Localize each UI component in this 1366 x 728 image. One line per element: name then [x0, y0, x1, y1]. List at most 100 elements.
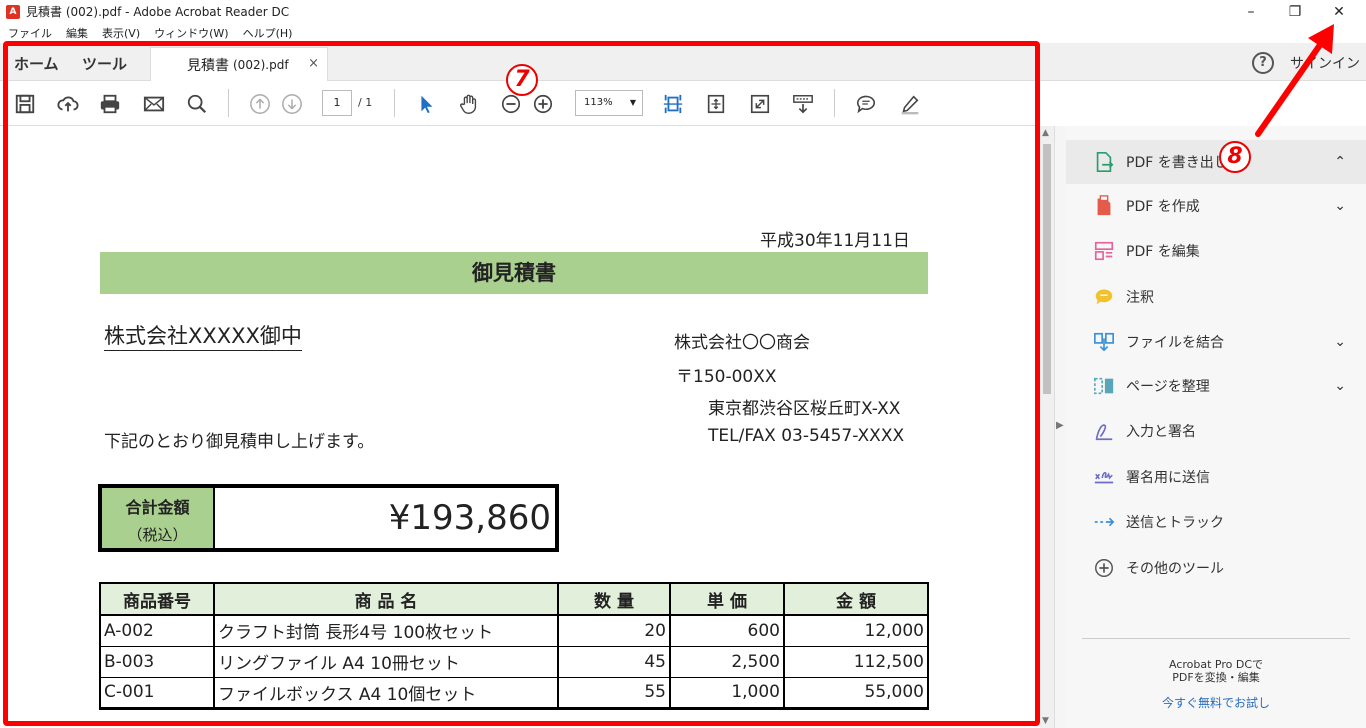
sidebar-item-label: PDF を書き出し: [1126, 155, 1228, 171]
panel-collapse-handle[interactable]: ▶: [1054, 126, 1066, 728]
toolbar-separator: [834, 89, 835, 117]
free-trial-link[interactable]: 今すぐ無料でお試し: [1066, 694, 1366, 711]
sidebar-item-label: 入力と署名: [1126, 424, 1196, 440]
chevron-down-icon: ⌄: [1334, 198, 1346, 214]
doc-tab-suffix: (002).pdf: [233, 57, 289, 72]
sidebar-item-label: PDF を作成: [1126, 199, 1200, 215]
scroll-up-icon[interactable]: ▲: [1042, 128, 1049, 138]
combine-files-icon: [1092, 330, 1116, 354]
menu-view[interactable]: 表示(V): [102, 25, 140, 41]
scroll-down-icon[interactable]: ▼: [1042, 716, 1049, 726]
search-icon[interactable]: [184, 91, 210, 117]
sidebar-item-label: PDF を編集: [1126, 244, 1200, 260]
doc-title: 御見積書: [100, 252, 928, 294]
more-tools-icon: [1092, 556, 1116, 580]
sidebar-item-create-pdf[interactable]: PDF を作成 ⌄: [1066, 184, 1366, 228]
select-cursor-icon[interactable]: [413, 91, 439, 117]
table-cell: 55,000: [783, 676, 929, 710]
next-page-icon[interactable]: [279, 91, 305, 117]
zoom-in-icon[interactable]: [530, 91, 556, 117]
menu-window[interactable]: ウィンドウ(W): [154, 25, 228, 41]
table-cell: 2,500: [669, 645, 785, 678]
table-header: 単 価: [669, 582, 785, 616]
highlight-pen-icon[interactable]: [897, 91, 923, 117]
create-pdf-icon: [1092, 194, 1116, 218]
total-sub-label: （税込）: [127, 526, 188, 544]
cloud-upload-icon[interactable]: [55, 91, 81, 117]
vertical-scrollbar[interactable]: ▲ ▼: [1040, 126, 1054, 728]
total-value: ¥193,860: [388, 498, 551, 538]
chevron-right-icon: ▶: [1056, 420, 1064, 431]
sidebar-item-label: その他のツール: [1126, 561, 1224, 577]
sidebar-item-label: 送信とトラック: [1126, 515, 1224, 531]
sidebar-item-fill-sign[interactable]: 入力と署名: [1066, 409, 1366, 453]
zoom-select[interactable]: 113% ▼: [575, 90, 643, 116]
minimize-button[interactable]: –: [1228, 0, 1274, 23]
send-track-icon: [1092, 510, 1116, 534]
toolbar-separator: [228, 89, 229, 117]
doc-address: 東京都渋谷区桜丘町X-XX: [708, 399, 901, 419]
window-titlebar: A 見積書 (002).pdf - Adobe Acrobat Reader D…: [0, 0, 1366, 23]
help-icon[interactable]: ?: [1252, 52, 1274, 74]
sidebar-divider: [1082, 638, 1350, 639]
sidebar-item-label: 注釈: [1126, 290, 1154, 306]
prev-page-icon[interactable]: [247, 91, 273, 117]
menu-file[interactable]: ファイル: [8, 25, 52, 41]
table-cell: 20: [557, 614, 671, 647]
table-row: B-003 リングファイル A4 10冊セット 45 2,500 112,500: [99, 645, 929, 678]
hand-tool-icon[interactable]: [456, 91, 482, 117]
fit-width-icon[interactable]: [660, 91, 686, 117]
tab-tools[interactable]: ツール: [82, 53, 127, 74]
chevron-down-icon: ⌄: [1334, 378, 1346, 394]
print-icon[interactable]: [97, 91, 123, 117]
rotate-view-icon[interactable]: [703, 91, 729, 117]
chevron-down-icon: ⌄: [1334, 334, 1346, 350]
tab-document[interactable]: 見積書 (002).pdf ×: [150, 47, 328, 81]
table-row: A-002 クラフト封筒 長形4号 100枚セット 20 600 12,000: [99, 614, 929, 647]
scroll-thumb[interactable]: [1043, 144, 1051, 394]
promo-line: PDFを変換・編集: [1172, 671, 1260, 684]
sidebar-item-organize-pages[interactable]: ページを整理 ⌄: [1066, 364, 1366, 408]
sidebar-item-comment[interactable]: 注釈: [1066, 275, 1366, 319]
table-header: 金 額: [783, 582, 929, 616]
close-window-button[interactable]: ✕: [1316, 0, 1362, 23]
sidebar-item-combine-files[interactable]: ファイルを結合 ⌄: [1066, 320, 1366, 364]
window-title: 見積書 (002).pdf - Adobe Acrobat Reader DC: [26, 5, 290, 19]
table-cell: 1,000: [669, 676, 785, 710]
menu-help[interactable]: ヘルプ(H): [243, 25, 293, 41]
doc-company: 株式会社〇〇商会: [674, 333, 810, 353]
menu-edit[interactable]: 編集: [66, 25, 88, 41]
tab-home[interactable]: ホーム: [14, 53, 59, 74]
table-cell: リングファイル A4 10冊セット: [213, 645, 559, 678]
table-cell: A-002: [99, 614, 215, 647]
restore-button[interactable]: ❐: [1272, 0, 1318, 23]
total-label: 合計金額: [125, 498, 190, 517]
doc-postal: 〒150-00XX: [676, 367, 777, 387]
save-icon[interactable]: [12, 91, 38, 117]
sidebar-item-more-tools[interactable]: その他のツール: [1066, 546, 1366, 590]
sidebar-item-send-signature[interactable]: 署名用に送信: [1066, 455, 1366, 499]
scroll-mode-icon[interactable]: [790, 91, 816, 117]
page-number-input[interactable]: 1: [322, 90, 352, 116]
sidebar-item-edit-pdf[interactable]: PDF を編集: [1066, 229, 1366, 273]
menu-bar: ファイル 編集 表示(V) ウィンドウ(W) ヘルプ(H): [0, 23, 1366, 43]
export-pdf-icon: [1092, 150, 1116, 174]
close-tab-icon[interactable]: ×: [308, 56, 319, 71]
table-cell: 55: [557, 676, 671, 710]
table-cell: 45: [557, 645, 671, 678]
full-screen-icon[interactable]: [747, 91, 773, 117]
edit-pdf-icon: [1092, 239, 1116, 263]
table-header: 商品番号: [99, 582, 215, 616]
table-cell: 12,000: [783, 614, 929, 647]
signin-link[interactable]: サインイン: [1290, 53, 1360, 73]
mail-icon[interactable]: [141, 91, 167, 117]
zoom-value: 113%: [584, 97, 613, 108]
promo-line: Acrobat Pro DCで: [1168, 658, 1264, 671]
comment-icon[interactable]: [853, 91, 879, 117]
sidebar-item-export-pdf[interactable]: PDF を書き出し ⌃: [1066, 140, 1366, 184]
toolbar-separator: [394, 89, 395, 117]
sidebar-item-send-track[interactable]: 送信とトラック: [1066, 500, 1366, 544]
table-header: 数 量: [557, 582, 671, 616]
total-amount-box: 合計金額 （税込） ¥193,860: [98, 484, 559, 552]
table-cell: ファイルボックス A4 10個セット: [213, 676, 559, 710]
